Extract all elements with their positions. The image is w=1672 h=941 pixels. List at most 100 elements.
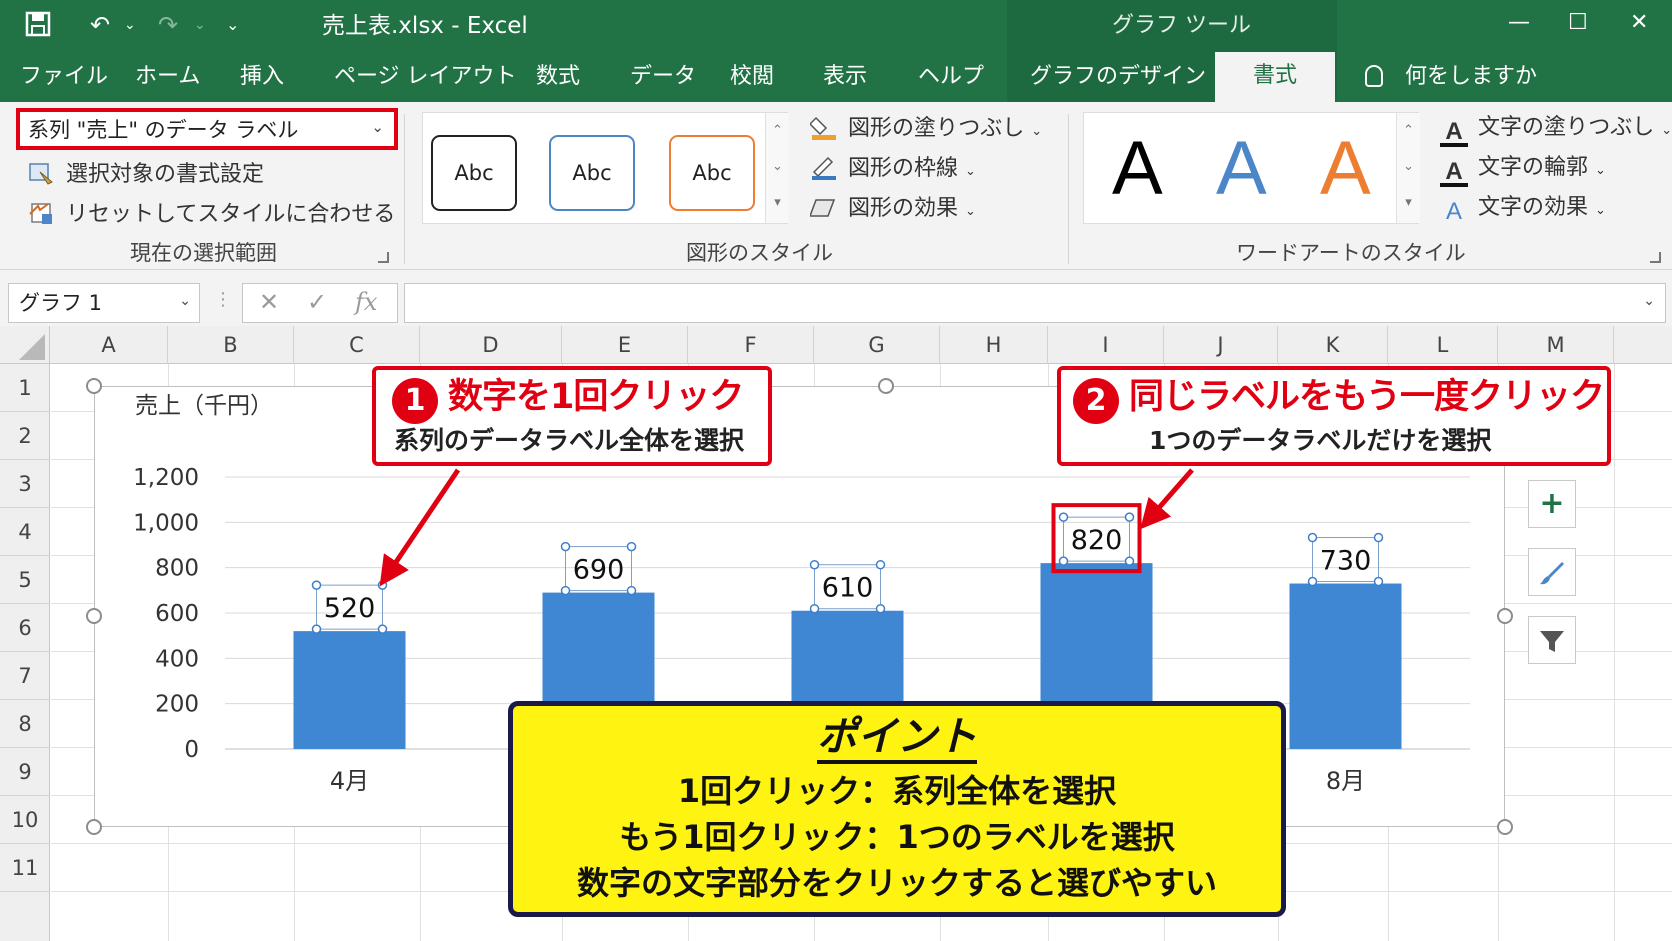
formula-input[interactable]: ⌄ [404,283,1666,323]
tab-view[interactable]: 表示 [823,62,867,92]
column-header-j[interactable]: J [1164,326,1278,364]
lightbulb-icon [1365,65,1383,87]
column-header-i[interactable]: I [1048,326,1164,364]
row-header-1[interactable]: 1 [0,364,50,412]
save-icon[interactable] [24,10,52,45]
column-header-f[interactable]: F [688,326,814,364]
row-header-9[interactable]: 9 [0,748,50,796]
maximize-icon[interactable]: ☐ [1568,8,1588,38]
column-header-c[interactable]: C [294,326,420,364]
tab-format[interactable]: 書式 [1215,52,1336,102]
chevron-down-icon[interactable]: ⌄ [1643,293,1655,309]
gallery-scroll-up-icon[interactable]: ⌃ [1396,113,1420,149]
enter-icon[interactable]: ✓ [307,287,327,317]
dialog-launcher-icon[interactable] [378,252,389,263]
tab-file[interactable]: ファイル [20,62,108,92]
tab-home[interactable]: ホーム [135,62,200,92]
shape-style-preset-3[interactable]: Abc [669,135,755,211]
column-header-e[interactable]: E [562,326,688,364]
gallery-scroll-down-icon[interactable]: ⌄ [1396,149,1420,185]
y-tick-label: 1,200 [133,465,199,491]
point-summary-box: ポイント 1回クリック：系列全体を選択 もう1回クリック：1つのラベルを選択 数… [508,701,1286,917]
gallery-more-icon[interactable]: ▾ [1396,185,1420,223]
chart-filters-button[interactable] [1528,616,1576,664]
row-header-4[interactable]: 4 [0,508,50,556]
chart-styles-button[interactable] [1528,548,1576,596]
shape-style-preset-1[interactable]: Abc [431,135,517,211]
row-header-6[interactable]: 6 [0,604,50,652]
customize-qat-icon[interactable]: ⌄ [226,10,239,40]
data-label-handle [875,559,886,570]
row-header-3[interactable]: 3 [0,460,50,508]
column-header-a[interactable]: A [50,326,168,364]
tab-data[interactable]: データ [630,62,696,92]
chart-resize-handle[interactable] [86,819,102,835]
shape-fill-button[interactable]: 図形の塗りつぶし ⌄ [808,114,1042,146]
select-all-corner[interactable] [0,326,50,364]
data-label-handle [1058,512,1069,522]
data-label[interactable]: 730 [1320,546,1372,577]
column-header-k[interactable]: K [1278,326,1388,364]
column-header-b[interactable]: B [168,326,294,364]
gallery-scroll-up-icon[interactable]: ⌃ [765,113,789,149]
row-header-8[interactable]: 8 [0,700,50,748]
text-fill-button[interactable]: A 文字の塗りつぶし ⌄ [1440,114,1672,147]
row-header-2[interactable]: 2 [0,412,50,460]
point-line-2: もう1回クリック：1つのラベルを選択 [619,818,1175,856]
group-label-current-selection: 現在の選択範囲 [130,241,277,265]
gallery-scroll-down-icon[interactable]: ⌄ [765,149,789,185]
column-header-m[interactable]: M [1498,326,1614,364]
tab-chart-design[interactable]: グラフのデザイン [1030,62,1206,92]
wordart-preset-3[interactable]: A [1320,119,1371,219]
column-header-d[interactable]: D [420,326,562,364]
chevron-down-icon[interactable]: ⌄ [124,10,136,40]
tab-page-layout[interactable]: ページ レイアウト [334,62,517,92]
bar[interactable] [293,631,406,749]
chart-resize-handle[interactable] [1497,819,1513,835]
cancel-icon[interactable]: ✕ [259,287,279,317]
format-selection-button[interactable]: 選択対象の書式設定 [28,160,264,189]
row-header-10[interactable]: 10 [0,796,50,844]
shape-effects-icon [808,194,838,220]
text-outline-button[interactable]: A 文字の輪郭 ⌄ [1440,154,1606,187]
column-header-l[interactable]: L [1388,326,1498,364]
data-label[interactable]: 610 [822,573,874,604]
shape-effects-button[interactable]: 図形の効果 ⌄ [808,194,976,226]
redo-icon[interactable]: ↷ [158,10,178,40]
column-header-g[interactable]: G [814,326,940,364]
close-icon[interactable]: ✕ [1630,8,1648,38]
name-box[interactable]: グラフ 1 ⌄ [8,283,200,323]
chart-resize-handle[interactable] [878,378,894,394]
tab-review[interactable]: 校閲 [730,62,774,92]
tab-formulas[interactable]: 数式 [536,62,580,92]
reset-to-match-style-button[interactable]: リセットしてスタイルに合わせる [28,200,395,229]
wordart-preset-2[interactable]: A [1216,119,1267,219]
bar[interactable] [1289,583,1402,749]
minimize-icon[interactable]: — [1508,8,1530,38]
data-label[interactable]: 820 [1071,525,1123,556]
row-header-11[interactable]: 11 [0,844,50,892]
chart-resize-handle[interactable] [1497,608,1513,624]
gallery-more-icon[interactable]: ▾ [765,185,789,223]
data-label[interactable]: 520 [324,593,376,624]
shape-style-preset-2[interactable]: Abc [549,135,635,211]
tab-insert[interactable]: 挿入 [240,62,284,92]
shape-outline-button[interactable]: 図形の枠線 ⌄ [810,154,976,186]
shape-style-gallery: Abc Abc Abc ⌃ ⌄ ▾ [422,112,789,224]
chart-elements-dropdown[interactable]: 系列 "売上" のデータ ラベル ⌄ [16,108,398,150]
column-header-h[interactable]: H [940,326,1048,364]
data-label[interactable]: 690 [573,555,625,586]
undo-icon[interactable]: ↶ [90,10,110,40]
text-effects-button[interactable]: A 文字の効果 ⌄ [1440,194,1606,226]
row-header-5[interactable]: 5 [0,556,50,604]
chart-resize-handle[interactable] [86,378,102,394]
chart-elements-button[interactable]: + [1528,480,1576,528]
chevron-down-icon[interactable]: ⌄ [194,10,206,40]
dialog-launcher-icon[interactable] [1650,252,1661,263]
chart-resize-handle[interactable] [86,608,102,624]
insert-function-icon[interactable]: fx [355,287,377,317]
row-header-7[interactable]: 7 [0,652,50,700]
wordart-preset-1[interactable]: A [1112,119,1163,219]
tab-help[interactable]: ヘルプ [918,62,984,92]
tell-me-search[interactable]: 何をしますか [1365,62,1537,92]
